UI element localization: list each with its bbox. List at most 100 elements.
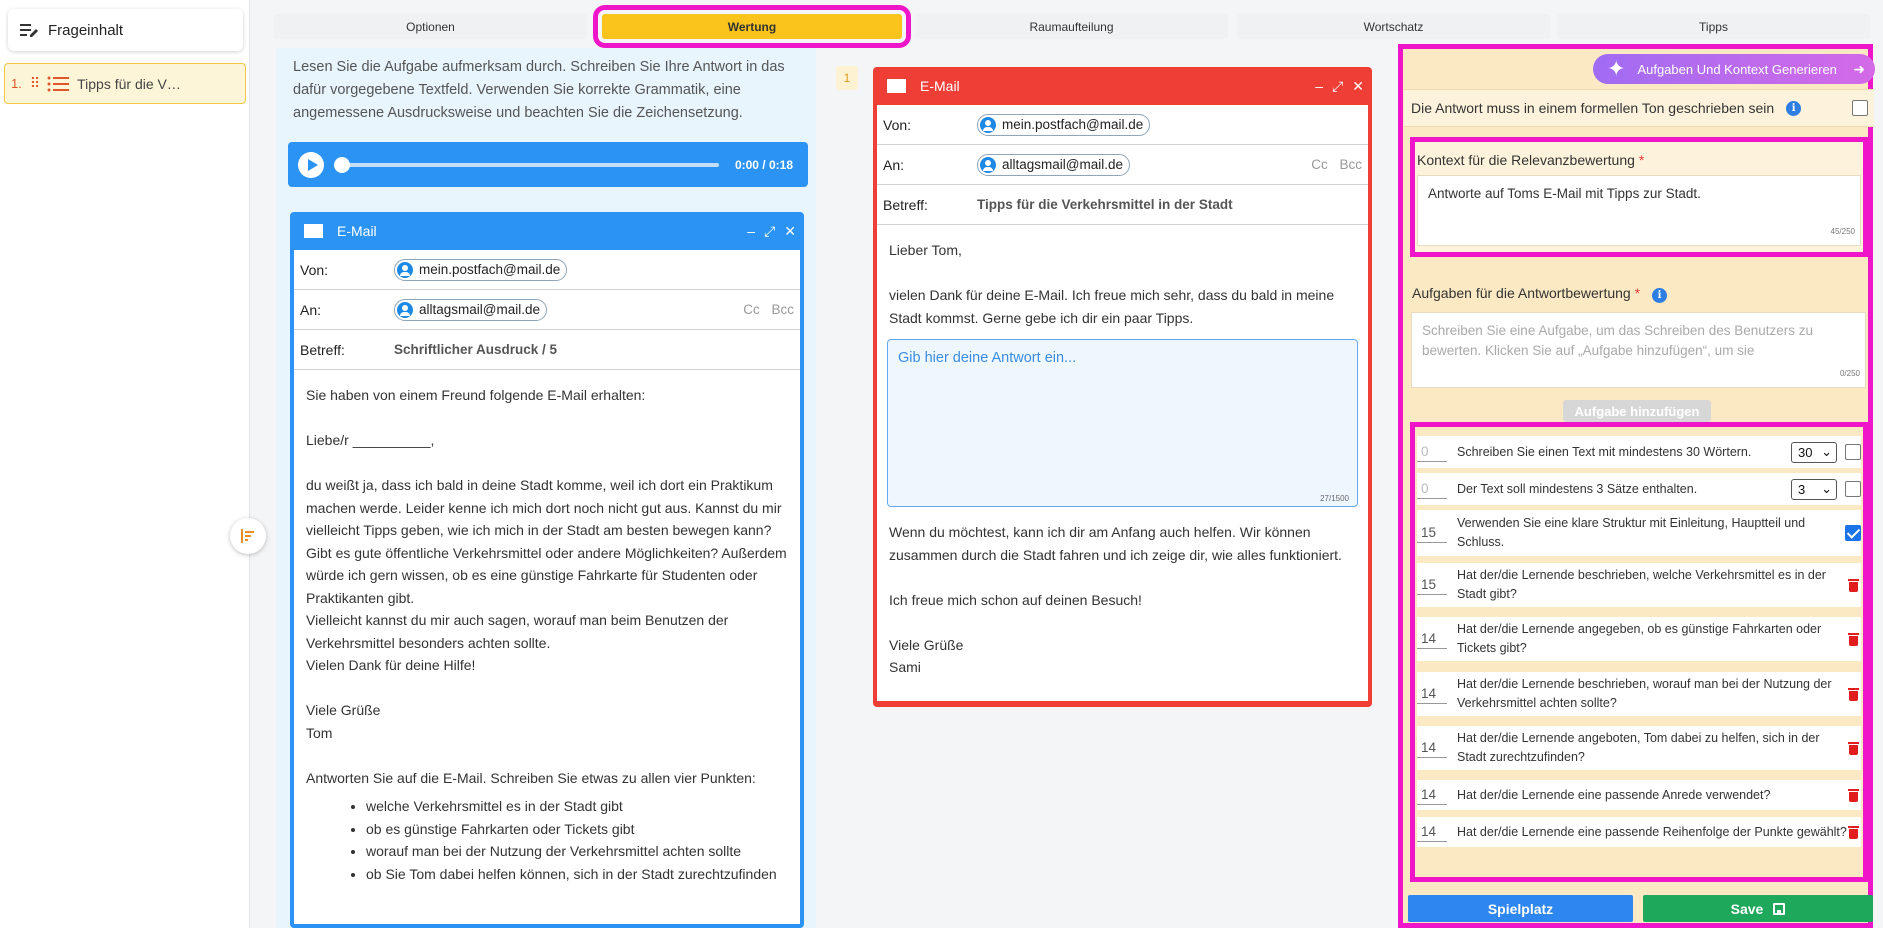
task-score-input[interactable]: 0 bbox=[1417, 443, 1447, 462]
collapse-sidebar-button[interactable] bbox=[230, 518, 266, 554]
cc-bcc: Cc Bcc bbox=[743, 302, 800, 317]
audio-scrub-handle[interactable] bbox=[334, 156, 350, 173]
sidebar: Frageinhalt 1. ⠿ Tipps für die V… bbox=[0, 0, 250, 928]
envelope-icon bbox=[304, 224, 323, 238]
email-content: Wenn du möchtest, kann ich dir am Anfang… bbox=[877, 507, 1368, 693]
email-titlebar: E-Mail – ⤢ ✕ bbox=[873, 67, 1372, 105]
trash-icon[interactable] bbox=[1848, 632, 1859, 646]
task-char-count: 0/250 bbox=[1839, 369, 1860, 378]
task-score-input[interactable]: 14 bbox=[1417, 739, 1447, 758]
arrow-right-icon: ➜ bbox=[1853, 60, 1865, 77]
task-score-input[interactable]: 0 bbox=[1417, 480, 1447, 499]
sidebar-header: Frageinhalt bbox=[8, 9, 243, 51]
task-text: Hat der/die Lernende beschrieben, welche… bbox=[1457, 568, 1826, 601]
user-icon bbox=[980, 116, 996, 133]
trash-icon[interactable] bbox=[1848, 788, 1859, 802]
task-row: 0 Schreiben Sie einen Text mit mindesten… bbox=[1417, 436, 1861, 468]
trash-icon[interactable] bbox=[1848, 825, 1859, 839]
edit-list-icon bbox=[20, 24, 38, 37]
task-checkbox[interactable] bbox=[1845, 525, 1861, 541]
tab-tipps[interactable]: Tipps bbox=[1557, 14, 1870, 39]
task-text: Schreiben Sie einen Text mit mindestens … bbox=[1457, 444, 1752, 459]
generate-tasks-button[interactable]: ✦ Aufgaben Und Kontext Generieren ➜ bbox=[1593, 54, 1875, 84]
list-item: worauf man bei der Nutzung der Verkehrsm… bbox=[366, 840, 788, 863]
email-paragraph: Sami bbox=[889, 659, 921, 675]
to-address: alltagsmail@mail.de bbox=[1002, 157, 1123, 172]
email-paragraph: Viele Grüße bbox=[306, 702, 381, 718]
add-task-button[interactable]: Aufgabe hinzufügen bbox=[1563, 400, 1711, 422]
info-icon[interactable]: i bbox=[1652, 288, 1668, 303]
play-button[interactable] bbox=[298, 151, 324, 178]
context-textarea[interactable]: Antworte auf Toms E-Mail mit Tipps zur S… bbox=[1417, 175, 1861, 246]
email-paragraph: Tom bbox=[306, 724, 333, 741]
trash-icon[interactable] bbox=[1848, 687, 1859, 701]
user-icon bbox=[397, 261, 413, 278]
to-address: alltagsmail@mail.de bbox=[419, 302, 540, 317]
trash-icon[interactable] bbox=[1848, 741, 1859, 755]
info-icon[interactable]: i bbox=[1786, 100, 1802, 116]
tasks-label: Aufgaben für die Antwortbewertung * i bbox=[1410, 277, 1668, 303]
expand-icon[interactable]: ⤢ bbox=[764, 223, 775, 240]
minimize-icon[interactable]: – bbox=[1315, 78, 1323, 95]
from-address: mein.postfach@mail.de bbox=[419, 262, 561, 277]
playground-button[interactable]: Spielplatz bbox=[1408, 895, 1633, 922]
subject-text: Tipps für die Verkehrsmittel in der Stad… bbox=[977, 197, 1233, 212]
tab-wertung[interactable]: Wertung bbox=[593, 5, 911, 48]
task-textarea[interactable]: Schreiben Sie eine Aufgabe, um das Schre… bbox=[1411, 312, 1866, 388]
task-score-input[interactable]: 15 bbox=[1417, 576, 1447, 595]
task-row: 14 Hat der/die Lernende eine passende Re… bbox=[1417, 817, 1861, 847]
to-label: An: bbox=[883, 156, 905, 173]
sidebar-item-question-1[interactable]: 1. ⠿ Tipps für die V… bbox=[4, 63, 246, 104]
minimize-icon[interactable]: – bbox=[747, 223, 755, 240]
task-checkbox[interactable] bbox=[1845, 444, 1861, 460]
task-placeholder: Schreiben Sie eine Aufgabe, um das Schre… bbox=[1422, 323, 1813, 358]
email-to-row: An: alltagsmail@mail.de Cc Bcc bbox=[877, 145, 1368, 185]
user-icon bbox=[980, 156, 996, 173]
question-number-badge: 1 bbox=[836, 66, 858, 90]
task-row: 14 Hat der/die Lernende angeboten, Tom d… bbox=[1417, 726, 1861, 770]
cc-label: Cc bbox=[1311, 157, 1328, 172]
email-paragraph: Vielleicht kannst du mir auch sagen, wor… bbox=[306, 612, 729, 651]
task-score-input[interactable]: 14 bbox=[1417, 685, 1447, 704]
email-titlebar: E-Mail – ⤢ ✕ bbox=[290, 212, 804, 250]
answer-input[interactable]: Gib hier deine Antwort ein... 27/1500 bbox=[887, 339, 1358, 507]
close-icon[interactable]: ✕ bbox=[784, 223, 796, 240]
email-paragraph: Antworten Sie auf die E-Mail. Schreiben … bbox=[306, 769, 756, 786]
expand-icon[interactable]: ⤢ bbox=[1332, 78, 1343, 95]
trash-icon[interactable] bbox=[1848, 578, 1859, 592]
task-score-input[interactable]: 14 bbox=[1417, 786, 1447, 805]
task-row: 15 Hat der/die Lernende beschrieben, wel… bbox=[1417, 563, 1861, 607]
email-to-row: An: alltagsmail@mail.de Cc Bcc bbox=[294, 290, 800, 330]
email-from-row: Von: mein.postfach@mail.de bbox=[877, 105, 1368, 145]
chevron-down-icon: ⌄ bbox=[1821, 444, 1832, 459]
task-score-input[interactable]: 14 bbox=[1417, 630, 1447, 649]
tab-wortschatz[interactable]: Wortschatz bbox=[1237, 14, 1550, 39]
task-list: 0 Schreiben Sie einen Text mit mindesten… bbox=[1410, 422, 1868, 882]
sentence-count-select[interactable]: 3 ⌄ bbox=[1791, 478, 1837, 500]
task-text: Hat der/die Lernende beschrieben, worauf… bbox=[1457, 677, 1832, 710]
audio-progress-track[interactable] bbox=[334, 156, 719, 173]
word-count-select[interactable]: 30 ⌄ bbox=[1791, 441, 1837, 463]
task-checkbox[interactable] bbox=[1845, 481, 1861, 497]
cc-label: Cc bbox=[743, 302, 760, 317]
drag-handle-icon[interactable]: ⠿ bbox=[30, 75, 40, 92]
tab-optionen[interactable]: Optionen bbox=[274, 14, 587, 39]
task-row: 14 Hat der/die Lernende beschrieben, wor… bbox=[1417, 672, 1861, 716]
save-button[interactable]: Save bbox=[1643, 895, 1873, 922]
email-paragraph: Ich freue mich schon auf deinen Besuch! bbox=[889, 591, 1142, 608]
answer-placeholder: Gib hier deine Antwort ein... bbox=[898, 350, 1077, 366]
answer-char-count: 27/1500 bbox=[1320, 494, 1349, 503]
sidebar-item-label: Tipps für die V… bbox=[77, 75, 181, 92]
task-point-list: welche Verkehrsmittel es in der Stadt gi… bbox=[306, 795, 788, 885]
email-paragraph: Wenn du möchtest, kann ich dir am Anfang… bbox=[889, 524, 1342, 563]
task-score-input[interactable]: 15 bbox=[1417, 524, 1447, 543]
task-score-input[interactable]: 14 bbox=[1417, 823, 1447, 842]
tasks-label-text: Aufgaben für die Antwortbewertung bbox=[1412, 285, 1631, 301]
task-row: 15 Verwenden Sie eine klare Struktur mit… bbox=[1417, 510, 1861, 556]
formal-tone-checkbox[interactable] bbox=[1852, 100, 1868, 116]
close-icon[interactable]: ✕ bbox=[1352, 78, 1364, 95]
tab-raumaufteilung[interactable]: Raumaufteilung bbox=[915, 14, 1228, 39]
email-paragraph: vielen Dank für deine E-Mail. Ich freue … bbox=[889, 287, 1335, 326]
email-title: E-Mail bbox=[920, 78, 960, 94]
to-label: An: bbox=[300, 301, 322, 318]
